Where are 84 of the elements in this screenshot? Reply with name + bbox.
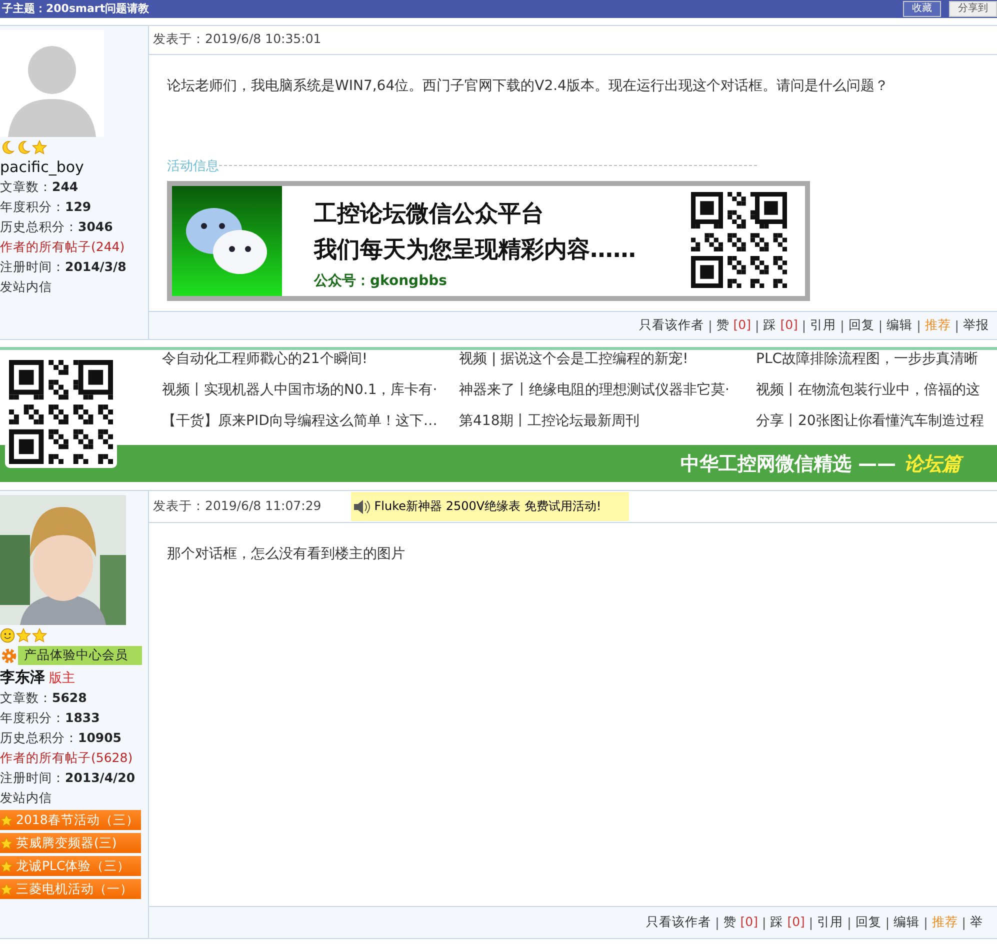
- honor-badge: 龙诚PLC体验（三）: [0, 856, 141, 876]
- star-icon: [0, 860, 13, 872]
- username[interactable]: 李东泽: [0, 668, 45, 686]
- banner-title: 工控论坛微信公众平台: [314, 200, 545, 228]
- honor-badge: 英威腾变频器(三): [0, 833, 141, 853]
- promo-banner: 中华工控网微信精选 —— 论坛篇: [0, 445, 997, 482]
- username[interactable]: pacific_boy: [0, 158, 84, 176]
- star-icon: [32, 628, 47, 643]
- post-action-link[interactable]: 编辑: [886, 316, 913, 334]
- promo-link[interactable]: 视频 | 据说这个会是工控编程的新宠!: [459, 350, 756, 381]
- topic-button[interactable]: 收藏: [903, 1, 941, 17]
- post-message: 论坛老师们，我电脑系统是WIN7,64位。西门子官网下载的V2.4版本。现在运行出现这个对话框。请问是什么问题？: [167, 76, 890, 94]
- post-action-link[interactable]: 只看该作者: [639, 316, 704, 334]
- role-label: 版主: [49, 671, 75, 686]
- user-stat: 年度积分：129: [0, 199, 92, 214]
- separator: |: [847, 915, 852, 930]
- star-icon: [0, 814, 13, 826]
- post-action-link[interactable]: 回复: [855, 914, 882, 931]
- smiley-icon: [0, 628, 15, 643]
- message-link[interactable]: 发站内信: [0, 279, 52, 294]
- separator: |: [916, 318, 921, 333]
- notice-banner[interactable]: Fluke新神器 2500V绝缘表 免费试用活动!: [351, 492, 630, 521]
- moon-icon: [16, 140, 31, 155]
- promo-link[interactable]: 视频丨实现机器人中国市场的N0.1，库卡有·: [162, 381, 459, 412]
- topic-title: 子主题：200smart问题请教: [2, 2, 150, 16]
- separator: |: [885, 915, 890, 930]
- separator: |: [878, 318, 883, 333]
- post-action-link[interactable]: 赞 [0]: [723, 914, 758, 931]
- banner-account: 公众号：gkongbbs: [314, 272, 448, 290]
- post-action-link[interactable]: 踩 [0]: [770, 914, 805, 931]
- separator: |: [715, 915, 720, 930]
- star-icon: [0, 882, 13, 896]
- post-action-link[interactable]: 赞 [0]: [716, 316, 751, 334]
- promo-link[interactable]: 分享丨20张图让你看懂汽车制造过程: [756, 412, 997, 443]
- post-action-link[interactable]: 回复: [848, 316, 874, 334]
- star-icon: [0, 836, 13, 850]
- separator: |: [708, 318, 712, 333]
- post-action-link[interactable]: 引用: [810, 316, 836, 334]
- post-action-link[interactable]: 编辑: [894, 914, 920, 931]
- post-time: 发表于：2019/6/8 11:07:29: [153, 498, 322, 515]
- separator: |: [924, 915, 928, 930]
- post-action-link[interactable]: 踩 [0]: [763, 316, 798, 334]
- post-action-link[interactable]: 举报: [963, 316, 989, 334]
- user-stat: 历史总积分：10905: [0, 730, 122, 745]
- promo-link[interactable]: 第418期丨工控论坛最新周刊: [459, 412, 756, 443]
- separator: |: [840, 318, 844, 333]
- promo-link[interactable]: 【干货】原来PID向导编程这么简单！这下…: [162, 412, 459, 443]
- wechat-banner[interactable]: 工控论坛微信公众平台 我们每天为您呈现精彩内容…… 公众号：gkongbbs: [167, 180, 810, 300]
- activity-label: 活动信息: [167, 158, 219, 174]
- user-stat: 文章数：244: [0, 179, 78, 194]
- separator: |: [762, 915, 766, 930]
- separator: |: [808, 915, 814, 930]
- promo-link[interactable]: 令自动化工程师戳心的21个瞬间!: [162, 350, 459, 381]
- all-posts-link[interactable]: 作者的所有帖子(244): [0, 239, 125, 254]
- post-action-link[interactable]: 只看该作者: [646, 914, 712, 931]
- moon-icon: [0, 140, 15, 155]
- separator: |: [754, 318, 760, 333]
- registration-date: 注册时间：2013/4/20: [0, 770, 136, 785]
- topic-button[interactable]: 分享到: [949, 1, 997, 17]
- post-time: 发表于：2019/6/8 10:35:01: [153, 31, 322, 48]
- speaker-icon: [353, 498, 372, 514]
- separator: |: [954, 318, 959, 333]
- promo-link[interactable]: PLC故障排除流程图，一步步真清晰: [756, 350, 997, 381]
- post-action-link[interactable]: 引用: [817, 914, 844, 931]
- promo-link[interactable]: 视频丨在物流包装行业中，倍福的这: [756, 381, 997, 412]
- honor-badge: 2018春节活动（三）: [0, 810, 141, 830]
- star-icon: [16, 628, 31, 643]
- promo-link[interactable]: 神器来了丨绝缘电阻的理想测试仪器非它莫·: [459, 381, 756, 412]
- banner-subtitle: 我们每天为您呈现精彩内容……: [314, 236, 637, 264]
- user-stat: 年度积分：1833: [0, 710, 100, 725]
- user-stat: 历史总积分：3046: [0, 219, 113, 234]
- separator: |: [962, 915, 966, 930]
- chat-bubbles-icon: [172, 186, 282, 296]
- separator: |: [802, 318, 806, 333]
- member-badge: 产品体验中心会员: [18, 646, 142, 665]
- star-icon: [32, 140, 47, 155]
- all-posts-link[interactable]: 作者的所有帖子(5628): [0, 750, 133, 765]
- registration-date: 注册时间：2014/3/8: [0, 259, 126, 274]
- post-message: 那个对话框，怎么没有看到楼主的图片: [167, 545, 406, 563]
- qr-code-icon: [691, 192, 787, 288]
- post-action-link[interactable]: 举: [970, 914, 983, 931]
- user-stat: 文章数：5628: [0, 690, 87, 705]
- honor-badge: 三菱电机活动（一）: [0, 879, 141, 899]
- message-link[interactable]: 发站内信: [0, 790, 52, 805]
